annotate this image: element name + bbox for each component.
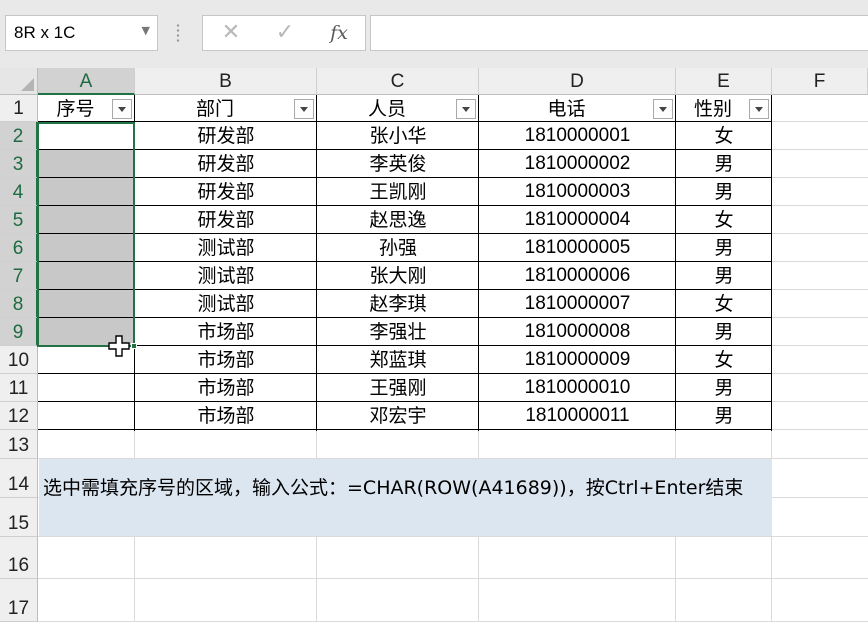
table-cell[interactable]: 男 [676, 402, 772, 430]
table-cell[interactable]: 市场部 [135, 402, 317, 430]
gridline-h [38, 536, 868, 537]
gridline-h [38, 578, 868, 579]
table-cell[interactable]: 王凯刚 [317, 178, 479, 206]
row-header-6[interactable]: 6 [0, 234, 38, 262]
filter-dropdown-icon[interactable] [294, 99, 314, 119]
row-header-3[interactable]: 3 [0, 150, 38, 178]
table-cell[interactable]: 郑蓝琪 [317, 346, 479, 374]
row-header-14[interactable]: 14 [0, 459, 38, 498]
row-header-1[interactable]: 1 [0, 95, 38, 122]
header-cell[interactable]: 性别 [676, 95, 750, 123]
filter-dropdown-icon[interactable] [456, 99, 476, 119]
select-all-corner[interactable] [0, 68, 38, 95]
row-header-8[interactable]: 8 [0, 290, 38, 318]
table-cell[interactable]: 男 [676, 178, 772, 206]
table-cell[interactable]: 男 [676, 234, 772, 262]
drag-handle-icon[interactable] [176, 23, 180, 43]
row-header-11[interactable]: 11 [0, 374, 38, 402]
column-header-c[interactable]: C [317, 68, 479, 95]
column-header-f[interactable]: F [772, 68, 868, 95]
row-header-12[interactable]: 12 [0, 402, 38, 430]
row-header-17[interactable]: 17 [0, 579, 38, 622]
header-cell[interactable]: 电话 [479, 95, 654, 123]
table-cell[interactable] [38, 374, 135, 402]
row-header-7[interactable]: 7 [0, 262, 38, 290]
name-box[interactable]: 8R x 1C ▼ [5, 15, 158, 51]
table-cell[interactable]: 李强壮 [317, 318, 479, 346]
table-cell[interactable]: 女 [676, 122, 772, 150]
table-cell[interactable]: 女 [676, 346, 772, 374]
row-header-2[interactable]: 2 [0, 122, 38, 150]
table-cell[interactable]: 1810000003 [479, 178, 676, 206]
table-cell[interactable]: 测试部 [135, 234, 317, 262]
table-cell[interactable]: 男 [676, 262, 772, 290]
filter-dropdown-icon[interactable] [653, 99, 673, 119]
cancel-icon[interactable]: ✕ [211, 19, 251, 47]
table-cell[interactable]: 测试部 [135, 262, 317, 290]
table-cell[interactable]: 女 [676, 206, 772, 234]
table-cell[interactable]: 张大刚 [317, 262, 479, 290]
table-cell[interactable]: 孙强 [317, 234, 479, 262]
table-cell[interactable]: 1810000004 [479, 206, 676, 234]
instruction-note: 选中需填充序号的区域，输入公式：=CHAR(ROW(A41689))，按Ctrl… [39, 459, 772, 536]
column-header-d[interactable]: D [479, 68, 676, 95]
formula-bar: 8R x 1C ▼ ✕ ✓ fx [0, 0, 868, 68]
table-cell[interactable]: 1810000011 [479, 402, 676, 430]
table-cell[interactable]: 研发部 [135, 178, 317, 206]
table-cell[interactable]: 测试部 [135, 290, 317, 318]
selection-outline [37, 122, 135, 347]
table-cell[interactable]: 男 [676, 150, 772, 178]
table-cell[interactable]: 邓宏宇 [317, 402, 479, 430]
header-cell[interactable]: 部门 [135, 95, 295, 123]
table-cell[interactable]: 市场部 [135, 346, 317, 374]
formula-input[interactable] [370, 15, 868, 51]
row-header-5[interactable]: 5 [0, 206, 38, 234]
name-box-value: 8R x 1C [14, 23, 76, 42]
column-header-b[interactable]: B [135, 68, 317, 95]
table-cell[interactable]: 1810000005 [479, 234, 676, 262]
table-cell[interactable]: 研发部 [135, 122, 317, 150]
table-cell[interactable]: 研发部 [135, 150, 317, 178]
row-header-10[interactable]: 10 [0, 346, 38, 374]
row-header-15[interactable]: 15 [0, 498, 38, 537]
fill-cursor-icon [108, 335, 130, 357]
table-cell[interactable]: 1810000010 [479, 374, 676, 402]
row-header-13[interactable]: 13 [0, 430, 38, 459]
check-icon[interactable]: ✓ [265, 19, 305, 47]
table-cell[interactable]: 研发部 [135, 206, 317, 234]
function-icon[interactable]: fx [319, 19, 359, 47]
column-header-e[interactable]: E [676, 68, 772, 95]
row-header-9[interactable]: 9 [0, 318, 38, 346]
table-cell[interactable]: 李英俊 [317, 150, 479, 178]
table-cell[interactable]: 赵李琪 [317, 290, 479, 318]
table-cell[interactable]: 王强刚 [317, 374, 479, 402]
header-cell[interactable]: 人员 [317, 95, 457, 123]
formula-buttons: ✕ ✓ fx [202, 15, 366, 51]
filter-dropdown-icon[interactable] [112, 99, 132, 119]
table-cell[interactable]: 1810000001 [479, 122, 676, 150]
table-cell[interactable]: 赵思逸 [317, 206, 479, 234]
table-cell[interactable]: 1810000002 [479, 150, 676, 178]
row-header-4[interactable]: 4 [0, 178, 38, 206]
table-cell[interactable]: 1810000008 [479, 318, 676, 346]
table-cell[interactable]: 市场部 [135, 374, 317, 402]
name-box-dropdown-icon[interactable]: ▼ [142, 24, 150, 37]
table-cell[interactable] [38, 402, 135, 430]
table-cell[interactable]: 男 [676, 318, 772, 346]
header-cell[interactable]: 序号 [38, 95, 113, 123]
table-cell[interactable]: 男 [676, 374, 772, 402]
filter-dropdown-icon[interactable] [749, 99, 769, 119]
table-cell[interactable]: 市场部 [135, 318, 317, 346]
table-cell[interactable]: 女 [676, 290, 772, 318]
fill-handle[interactable] [131, 343, 137, 349]
row-header-16[interactable]: 16 [0, 537, 38, 579]
table-cell[interactable]: 1810000006 [479, 262, 676, 290]
table-cell[interactable]: 1810000009 [479, 346, 676, 374]
select-all-icon [21, 78, 34, 91]
instruction-text: 选中需填充序号的区域，输入公式：=CHAR(ROW(A41689))，按Ctrl… [43, 477, 744, 499]
column-header-a[interactable]: A [38, 68, 135, 95]
table-cell[interactable]: 张小华 [317, 122, 479, 150]
table-cell[interactable]: 1810000007 [479, 290, 676, 318]
